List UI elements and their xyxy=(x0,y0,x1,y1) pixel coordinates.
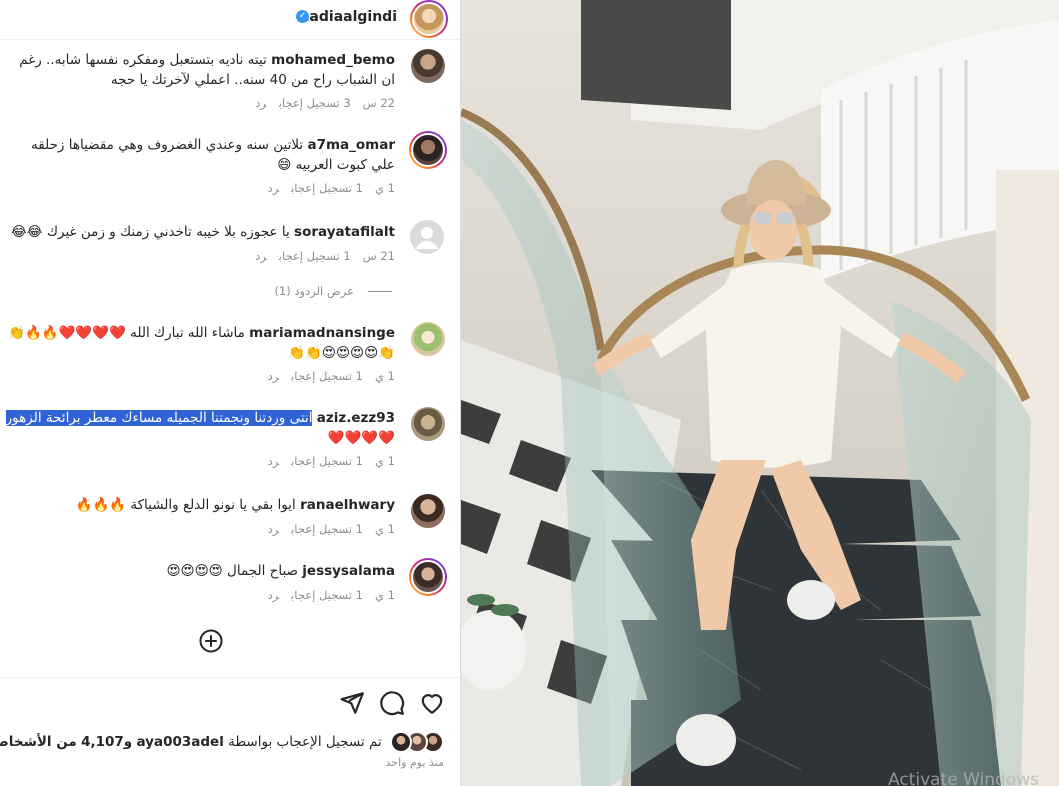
comment-time[interactable]: 22 س xyxy=(363,96,395,110)
reply-button[interactable]: رد xyxy=(268,369,279,383)
verified-badge-icon: ✓ xyxy=(296,10,309,23)
comment-meta: 1 ي 1 تسجيل إعجاب رد xyxy=(256,181,395,195)
comment-likes[interactable]: 3 تسجيل إعجاب xyxy=(279,96,351,110)
comment-meta: 22 س 3 تسجيل إعجاب رد xyxy=(243,96,395,110)
default-avatar-icon[interactable] xyxy=(410,220,446,256)
comment-meta: 1 ي 1 تسجيل إعجاب رد xyxy=(256,522,395,536)
reply-button[interactable]: رد xyxy=(268,181,279,195)
selected-comment-text: انتى وردتنا ونجمتنا الجميله مساءك معطر ب… xyxy=(5,410,313,426)
comment-username[interactable]: mohamed_bemo xyxy=(271,52,395,68)
comment-username[interactable]: mariamadnansinge xyxy=(249,325,395,341)
comment-icon[interactable] xyxy=(379,690,405,716)
commenter-avatar[interactable] xyxy=(410,321,446,357)
comment-time[interactable]: 1 ي xyxy=(375,369,395,383)
comment-likes[interactable]: 1 تسجيل إعجاب xyxy=(291,588,363,602)
comment-time[interactable]: 1 ي xyxy=(375,588,395,602)
comment-time[interactable]: 1 ي xyxy=(375,181,395,195)
comment-text: ranaelhwary ايوا بقي يا نونو الدلع والشي… xyxy=(75,497,395,513)
comment-likes[interactable]: 1 تسجيل إعجاب xyxy=(291,522,363,536)
replies-divider xyxy=(368,291,392,292)
commenter-avatar[interactable] xyxy=(409,558,447,596)
comment-text: jessysalama صباح الجمال 😍😍😍😍 xyxy=(166,563,395,579)
commenter-avatar[interactable] xyxy=(410,406,446,442)
comment-text: mariamadnansinge ماشاء الله تبارك الله ❤… xyxy=(8,325,395,361)
comment-username[interactable]: sorayatafilalt xyxy=(294,224,395,240)
reply-button[interactable]: رد xyxy=(268,454,279,468)
commenter-avatar[interactable] xyxy=(409,131,447,169)
post-photo xyxy=(461,0,1059,786)
divider xyxy=(0,677,460,678)
post-time[interactable]: منذ يوم واحد xyxy=(386,756,444,769)
reply-button[interactable]: رد xyxy=(255,249,266,263)
reply-button[interactable]: رد xyxy=(268,588,279,602)
comment-username[interactable]: a7ma_omar xyxy=(307,137,395,153)
commenter-avatar[interactable] xyxy=(410,48,446,84)
comment-meta: 21 س 1 تسجيل إعجاب رد xyxy=(243,249,395,263)
post-username[interactable]: nadiaalgindi xyxy=(299,9,397,25)
comment-text: mohamed_bemo تيته ناديه بتستعبل ومفكره ن… xyxy=(19,52,395,88)
comment-likes[interactable]: 1 تسجيل إعجاب xyxy=(279,249,351,263)
comment-likes[interactable]: 1 تسجيل إعجاب xyxy=(291,181,363,195)
comment-time[interactable]: 1 ي xyxy=(375,522,395,536)
add-circle-icon[interactable] xyxy=(199,629,223,653)
likes-summary[interactable]: تم تسجيل الإعجاب بواسطة aya003adel و4,10… xyxy=(0,731,444,755)
heart-icon[interactable] xyxy=(419,690,445,716)
comment-meta: 1 ي 1 تسجيل إعجاب رد xyxy=(256,588,395,602)
comment-text: a7ma_omar تلاتين سنه وعندي الغضروف وهي م… xyxy=(31,137,395,173)
comments-panel: nadiaalgindi ✓ mohamed_bemo تيته ناديه ب… xyxy=(0,0,461,786)
post-header: nadiaalgindi ✓ xyxy=(0,0,460,40)
reply-button[interactable]: رد xyxy=(268,522,279,536)
post-image[interactable] xyxy=(461,0,1059,786)
comment-username[interactable]: ranaelhwary xyxy=(300,497,395,513)
view-replies-button[interactable]: عرض الردود (1) xyxy=(274,284,392,298)
liker-username[interactable]: aya003adel xyxy=(136,734,223,750)
likes-count[interactable]: و4,107 xyxy=(81,734,132,750)
comment-time[interactable]: 1 ي xyxy=(375,454,395,468)
comment-username[interactable]: jessysalama xyxy=(302,563,395,579)
comment-likes[interactable]: 1 تسجيل إعجاب xyxy=(291,454,363,468)
liker-avatars xyxy=(390,731,444,753)
comment-text: aziz.ezz93 انتى وردتنا ونجمتنا الجميله م… xyxy=(5,410,395,446)
comment-likes[interactable]: 1 تسجيل إعجاب xyxy=(291,369,363,383)
reply-button[interactable]: رد xyxy=(255,96,266,110)
windows-activation-watermark: Activate Windows xyxy=(888,770,1039,786)
send-icon[interactable] xyxy=(339,690,365,716)
comment-username[interactable]: aziz.ezz93 xyxy=(317,410,395,426)
comment-meta: 1 ي 1 تسجيل إعجاب رد xyxy=(256,369,395,383)
commenter-avatar[interactable] xyxy=(410,493,446,529)
comment-meta: 1 ي 1 تسجيل إعجاب رد xyxy=(256,454,395,468)
comment-text: sorayatafilalt يا عجوزه بلا خيبه تاخدني … xyxy=(11,224,395,240)
comment-time[interactable]: 21 س xyxy=(363,249,395,263)
post-avatar[interactable] xyxy=(410,0,448,38)
